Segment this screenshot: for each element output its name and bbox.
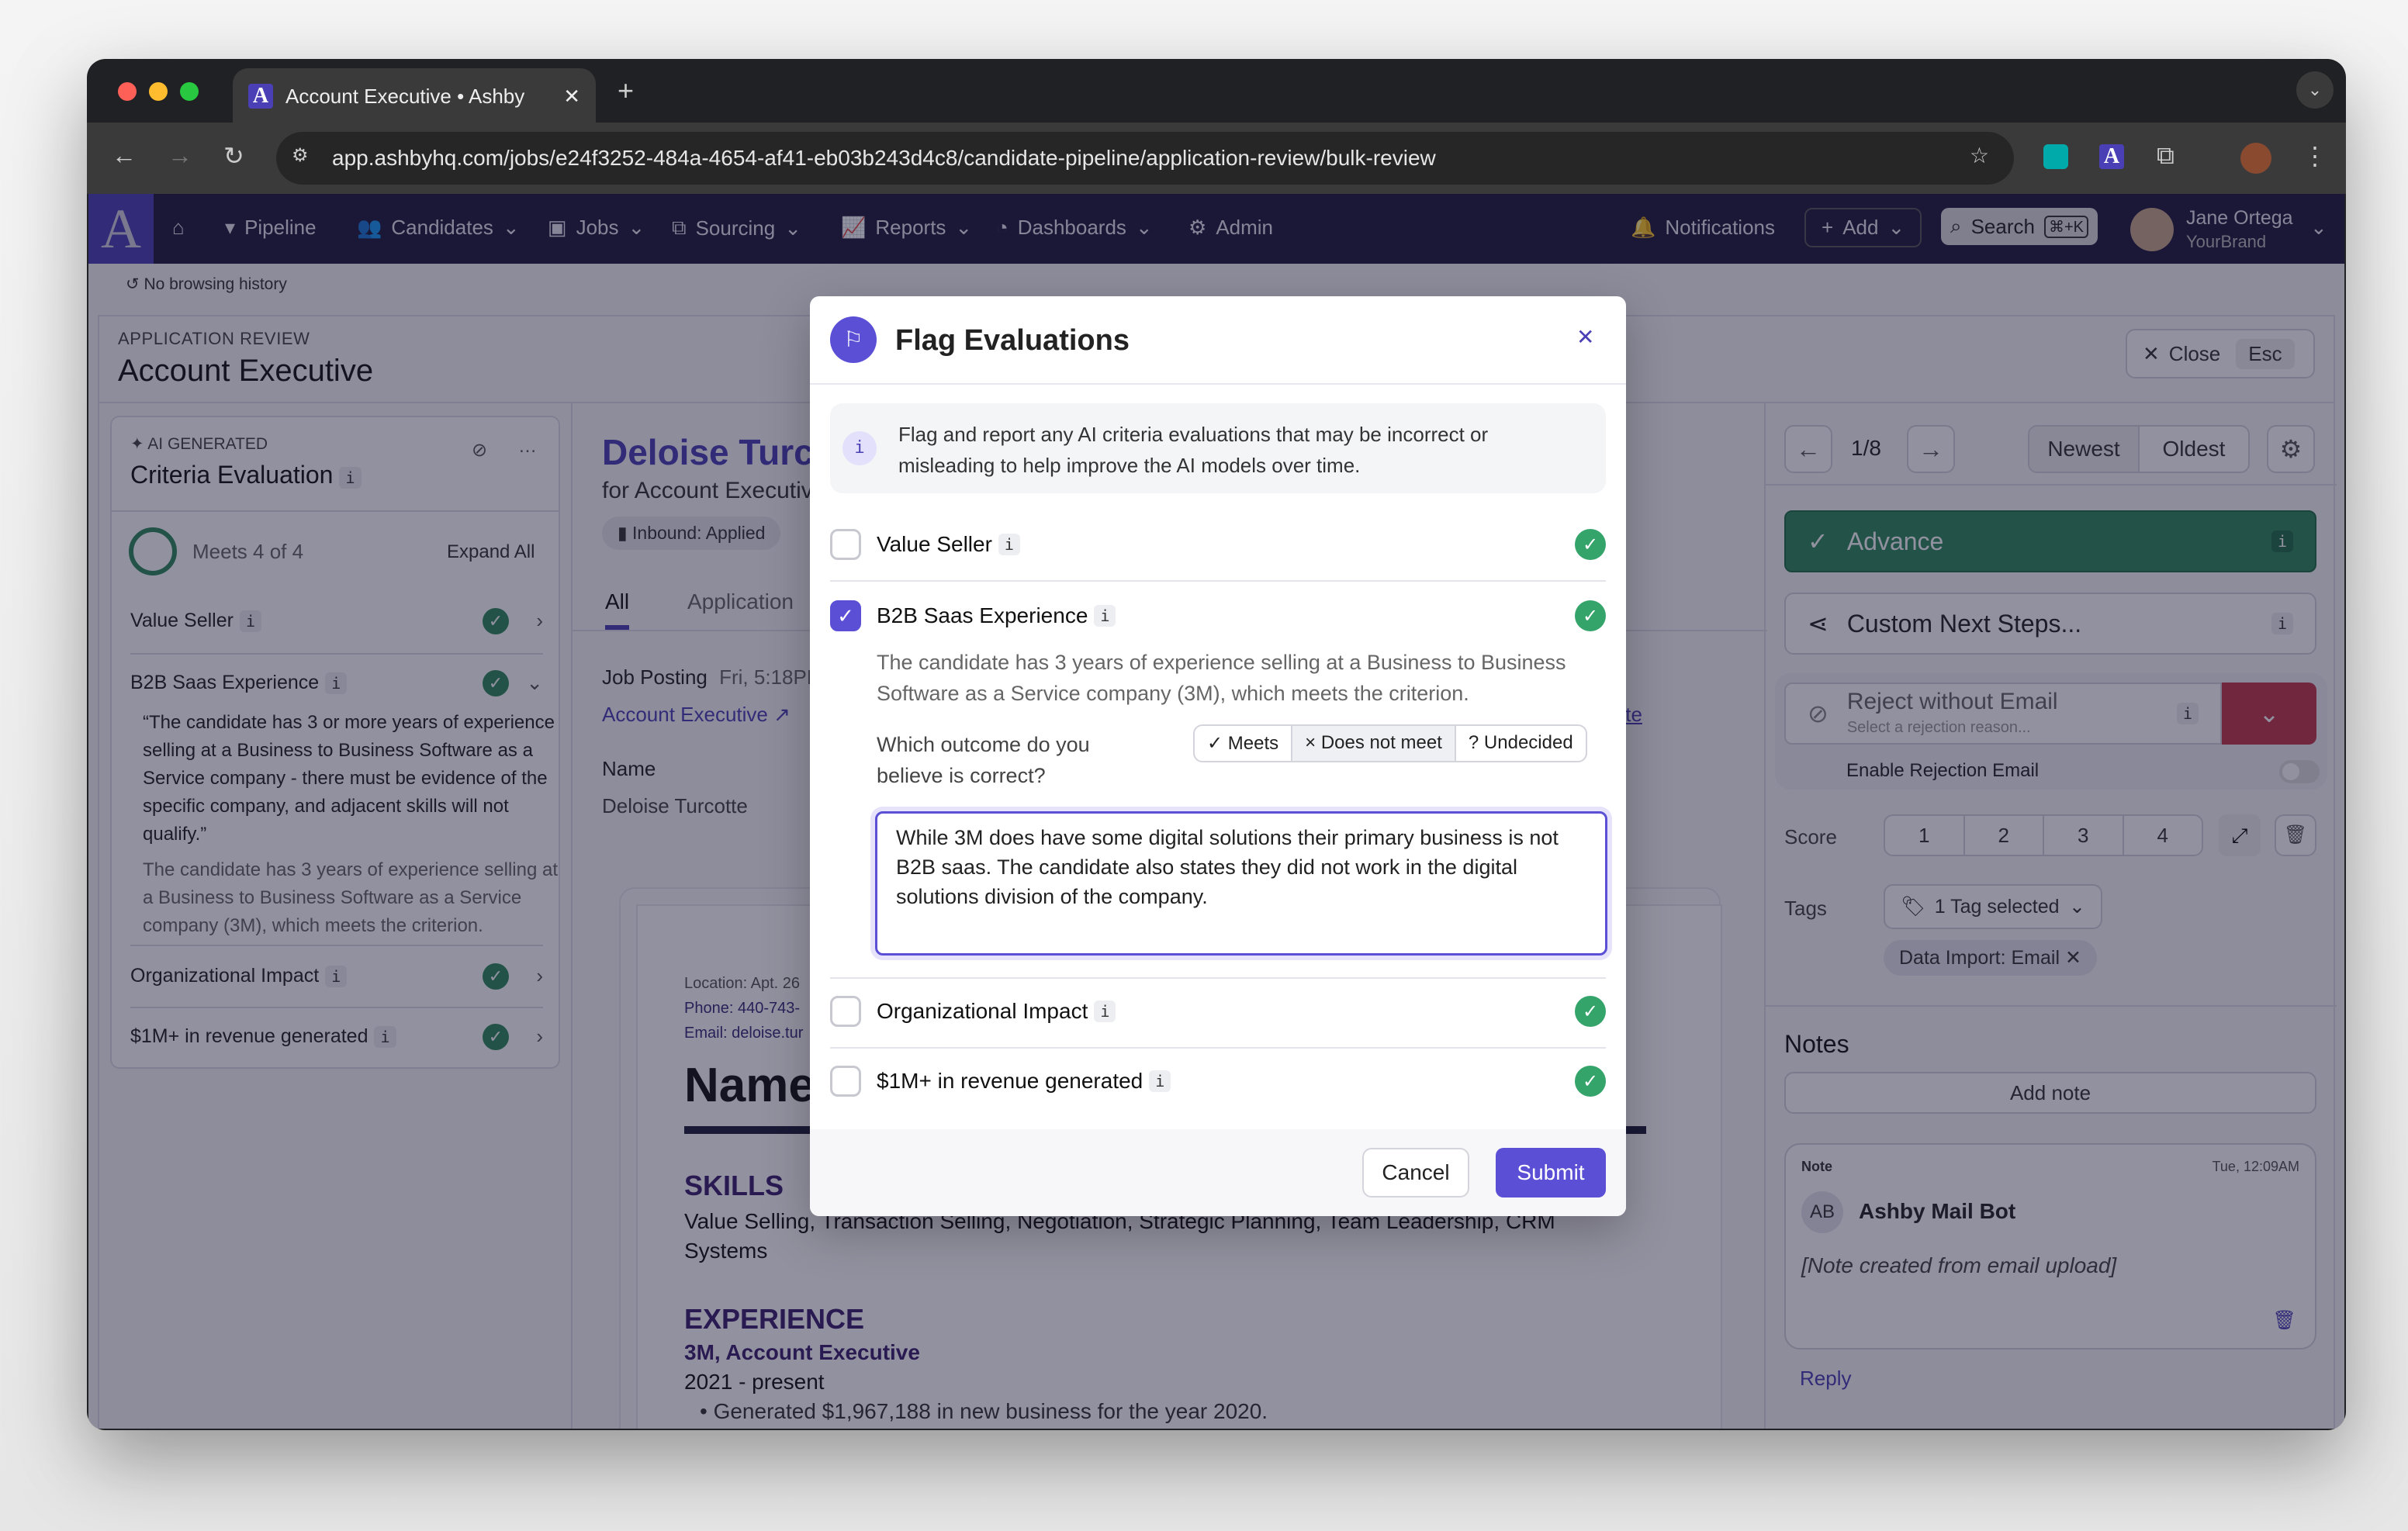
- outcome-meets[interactable]: ✓ Meets: [1195, 726, 1293, 761]
- back-icon[interactable]: ←: [112, 141, 137, 170]
- info-icon[interactable]: i: [1094, 1001, 1116, 1022]
- minimize-window-button[interactable]: [149, 82, 168, 101]
- info-text: Flag and report any AI criteria evaluati…: [898, 423, 1489, 477]
- new-tab-icon[interactable]: +: [618, 74, 634, 107]
- flag-row-revenue: $1M+ in revenue generated i ✓: [830, 1066, 1606, 1097]
- divider: [830, 977, 1606, 979]
- tab-title: Account Executive • Ashby: [285, 84, 525, 108]
- flag-row-value-seller: Value Seller i ✓: [830, 529, 1606, 560]
- tab-search-icon[interactable]: ⌄: [2296, 71, 2334, 109]
- flag-label: $1M+ in revenue generated: [877, 1069, 1143, 1093]
- tab-bar: A Account Executive • Ashby ✕ + ⌄: [87, 59, 2346, 124]
- ashby-favicon-icon: A: [248, 84, 273, 109]
- flag-checkbox[interactable]: [830, 1066, 861, 1097]
- extensions-puzzle-icon[interactable]: ⧉: [2157, 141, 2174, 171]
- flag-label: Organizational Impact: [877, 999, 1088, 1023]
- flag-label: Value Seller: [877, 532, 992, 556]
- forward-icon[interactable]: →: [168, 141, 192, 170]
- outcome-question: Which outcome do you believe is correct?: [877, 733, 1090, 787]
- bookmark-star-icon[interactable]: ☆: [1970, 143, 1989, 168]
- maximize-window-button[interactable]: [180, 82, 199, 101]
- flag-checkbox[interactable]: [830, 529, 861, 560]
- flag-checkbox[interactable]: [830, 996, 861, 1027]
- info-banner: i Flag and report any AI criteria evalua…: [830, 403, 1606, 493]
- browser-toolbar: ← → ↻ ⚙ app.ashbyhq.com/jobs/e24f3252-48…: [87, 123, 2346, 194]
- divider: [830, 1047, 1606, 1049]
- flag-explanation: The candidate has 3 years of experience …: [877, 651, 1566, 705]
- info-icon: i: [842, 431, 877, 465]
- url-text: app.ashbyhq.com/jobs/e24f3252-484a-4654-…: [332, 146, 1436, 170]
- extension-icon[interactable]: [2043, 144, 2068, 169]
- flag-row-b2b-saas: ✓ B2B Saas Experience i ✓: [830, 600, 1606, 631]
- feedback-textarea[interactable]: While 3M does have some digital solution…: [875, 811, 1607, 956]
- profile-avatar-icon[interactable]: [2240, 143, 2271, 174]
- flag-checkbox[interactable]: ✓: [830, 600, 861, 631]
- check-circle-icon: ✓: [1575, 529, 1606, 560]
- reload-icon[interactable]: ↻: [223, 141, 244, 171]
- info-icon[interactable]: i: [998, 534, 1020, 555]
- outcome-undecided[interactable]: ? Undecided: [1456, 726, 1586, 761]
- submit-button[interactable]: Submit: [1496, 1148, 1606, 1197]
- browser-tab[interactable]: A Account Executive • Ashby ✕: [233, 68, 596, 124]
- divider: [810, 383, 1626, 385]
- site-settings-icon[interactable]: ⚙: [292, 144, 309, 167]
- check-circle-icon: ✓: [1575, 600, 1606, 631]
- check-circle-icon: ✓: [1575, 1066, 1606, 1097]
- flag-label: B2B Saas Experience: [877, 603, 1088, 627]
- modal-close-icon[interactable]: ✕: [1576, 324, 1594, 350]
- browser-window: A Account Executive • Ashby ✕ + ⌄ ← → ↻ …: [87, 59, 2346, 1430]
- info-icon[interactable]: i: [1094, 605, 1116, 627]
- app-viewport: A ⌂ ▾ Pipeline 👥 Candidates ⌄ ▣ Jobs ⌄ ⧉ Sourc…: [88, 194, 2344, 1429]
- modal-footer: Cancel Submit: [810, 1129, 1626, 1216]
- divider: [830, 580, 1606, 582]
- outcome-selector: ✓ Meets × Does not meet ? Undecided: [1193, 724, 1587, 762]
- info-icon[interactable]: i: [1149, 1070, 1171, 1092]
- address-bar[interactable]: ⚙ app.ashbyhq.com/jobs/e24f3252-484a-465…: [276, 132, 2014, 185]
- modal-title: Flag Evaluations: [895, 324, 1130, 357]
- browser-menu-icon[interactable]: ⋮: [2302, 141, 2327, 171]
- check-circle-icon: ✓: [1575, 996, 1606, 1027]
- outcome-does-not-meet[interactable]: × Does not meet: [1292, 726, 1456, 761]
- flag-evaluations-modal: ⚐ Flag Evaluations ✕ i Flag and report a…: [810, 296, 1626, 1216]
- close-window-button[interactable]: [118, 82, 137, 101]
- flag-row-org-impact: Organizational Impact i ✓: [830, 996, 1606, 1027]
- cancel-button[interactable]: Cancel: [1362, 1148, 1469, 1197]
- close-tab-icon[interactable]: ✕: [563, 85, 580, 109]
- ashby-extension-icon[interactable]: A: [2099, 144, 2124, 169]
- flag-icon: ⚐: [830, 316, 877, 363]
